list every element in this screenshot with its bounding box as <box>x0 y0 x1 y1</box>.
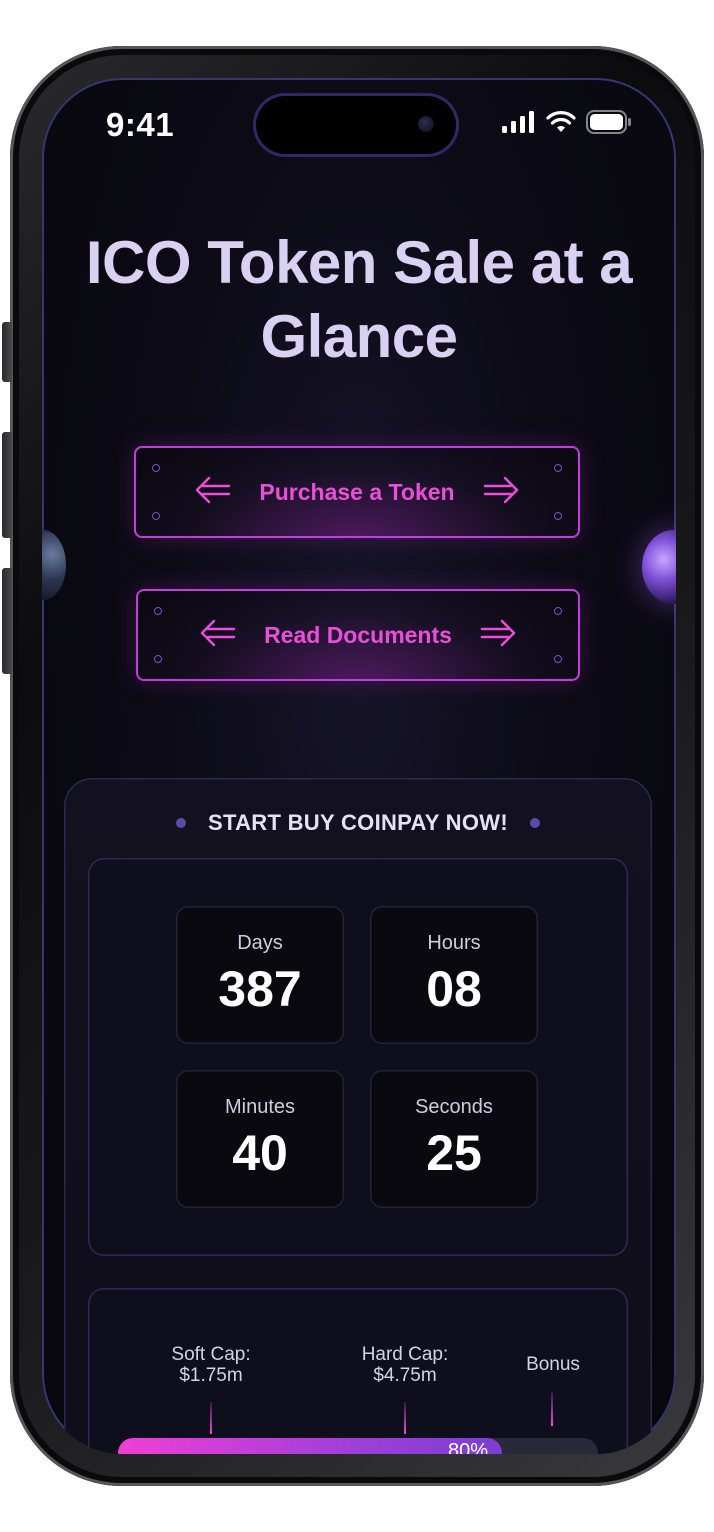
corner-dot <box>152 464 160 472</box>
status-time: 9:41 <box>106 106 175 143</box>
corner-dot <box>154 607 162 615</box>
status-icons <box>502 110 632 138</box>
days-label: Days <box>237 932 283 954</box>
countdown-seconds: Seconds 25 <box>370 1070 538 1208</box>
corner-dot <box>154 655 162 663</box>
purchase-token-button[interactable]: Purchase a Token <box>134 446 580 538</box>
hard-cap-label: Hard Cap: <box>361 1344 449 1365</box>
page-title-line-1: ICO Token Sale at a <box>85 229 633 296</box>
countdown-hours: Hours 08 <box>370 906 538 1044</box>
corner-dot <box>554 607 562 615</box>
countdown-days: Days 387 <box>176 906 344 1044</box>
arrow-right-icon <box>483 474 521 510</box>
wifi-icon <box>546 111 576 137</box>
page-title: ICO Token Sale at a Glance <box>42 226 676 374</box>
progress-bar: 80% <box>118 1438 598 1454</box>
arrow-left-icon <box>193 474 231 510</box>
soft-cap-label: Soft Cap: <box>171 1344 251 1365</box>
corner-dot <box>554 464 562 472</box>
cellular-signal-icon <box>502 111 536 137</box>
bullet-dot <box>176 818 187 828</box>
hours-label: Hours <box>427 932 481 954</box>
purchase-token-label: Purchase a Token <box>259 478 455 505</box>
soft-cap-marker <box>210 1402 212 1434</box>
read-documents-label: Read Documents <box>264 621 452 648</box>
camera-icon <box>418 116 434 132</box>
battery-icon <box>586 110 632 138</box>
volume-up-button <box>2 432 12 538</box>
soft-cap-value: $1.75m <box>179 1365 243 1386</box>
progress-fill: 80% <box>118 1438 502 1454</box>
minutes-value: 40 <box>232 1125 288 1181</box>
glass-orb-left <box>42 530 66 600</box>
seconds-value: 25 <box>426 1125 482 1181</box>
app-screen: 9:41 ICO Token Sale at a Glance Purchase… <box>42 78 676 1454</box>
corner-dot <box>554 655 562 663</box>
dynamic-island <box>256 96 456 154</box>
hard-cap-value: $4.75m <box>373 1365 437 1386</box>
countdown-heading: START BUY COINPAY NOW! <box>64 810 652 836</box>
bonus-marker <box>551 1392 553 1426</box>
corner-dot <box>152 512 160 520</box>
hard-cap: Hard Cap: $4.75m <box>340 1344 470 1386</box>
arrow-right-icon <box>480 617 518 653</box>
minutes-label: Minutes <box>224 1096 296 1118</box>
volume-down-button <box>2 568 12 674</box>
silent-switch <box>2 322 12 382</box>
arrow-left-icon <box>198 617 236 653</box>
countdown-timer: Days 387 Hours 08 Minutes 40 Seconds 25 <box>88 858 628 1256</box>
bonus-label: Bonus <box>526 1354 580 1375</box>
countdown-minutes: Minutes 40 <box>176 1070 344 1208</box>
corner-dot <box>554 512 562 520</box>
soft-cap: Soft Cap: $1.75m <box>148 1344 274 1386</box>
page-title-line-2: Glance <box>260 303 458 370</box>
token-sale-panel: START BUY COINPAY NOW! Days 387 Hours 08… <box>64 778 652 1454</box>
progress-percent: 80% <box>447 1440 488 1454</box>
seconds-label: Seconds <box>415 1096 493 1118</box>
days-value: 387 <box>218 961 302 1017</box>
bullet-dot <box>529 818 540 828</box>
hard-cap-marker <box>404 1402 406 1434</box>
funding-progress: Soft Cap: $1.75m Hard Cap: $4.75m Bonus … <box>88 1288 628 1454</box>
glass-orb-right <box>642 530 676 604</box>
hours-value: 08 <box>426 961 482 1017</box>
read-documents-button[interactable]: Read Documents <box>136 589 580 681</box>
countdown-heading-text: START BUY COINPAY NOW! <box>208 810 508 835</box>
